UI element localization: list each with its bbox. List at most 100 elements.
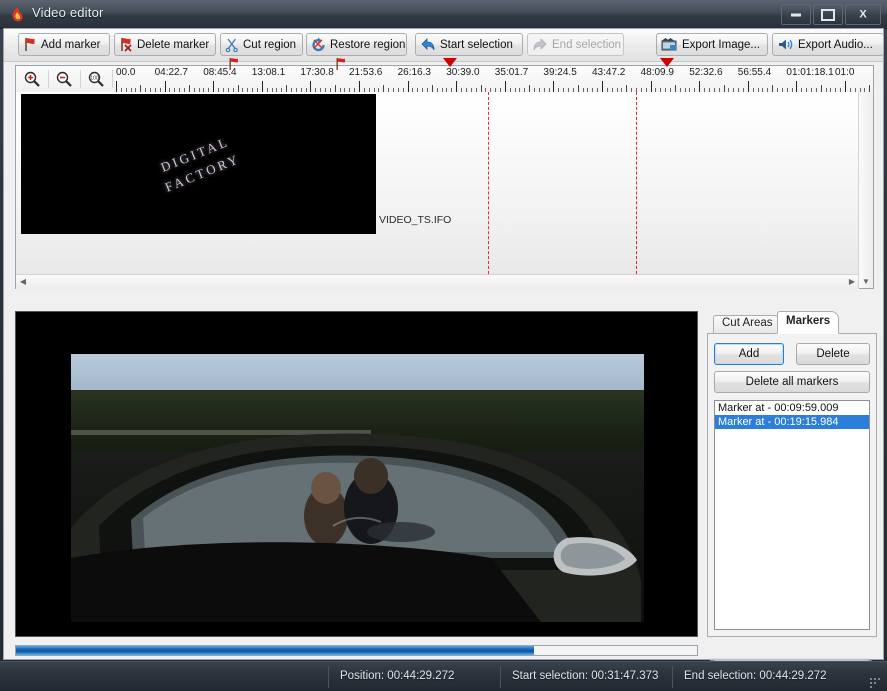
ruler-tick xyxy=(310,81,311,92)
ruler-label: 52:32.6 xyxy=(689,67,722,78)
ruler-tick xyxy=(262,81,263,92)
close-icon: X xyxy=(859,9,866,20)
timeline-selection-end-marker[interactable] xyxy=(636,92,638,274)
timeline-marker-flag[interactable] xyxy=(229,57,239,68)
tab-markers[interactable]: Markers xyxy=(777,311,839,334)
scissors-icon xyxy=(225,37,239,52)
export-image-button[interactable]: Export Image... xyxy=(656,33,768,56)
resize-grip[interactable] xyxy=(870,678,882,688)
add-button-label: Add xyxy=(739,348,759,360)
ruler-tick xyxy=(481,85,482,92)
marker-list-item[interactable]: Marker at - 00:19:15.984 xyxy=(715,415,869,429)
ruler-tick xyxy=(869,85,870,92)
video-preview[interactable] xyxy=(15,311,698,637)
ruler-tick xyxy=(432,85,433,92)
maximize-button[interactable] xyxy=(813,4,843,25)
timeline-horizontal-scrollbar[interactable]: ◀ ▶ xyxy=(16,274,859,289)
editor-side-panel: Cut Areas Markers Add Delete Delete all … xyxy=(707,311,877,637)
close-button[interactable]: X xyxy=(845,4,881,25)
seek-progress-fill xyxy=(16,646,534,655)
ruler-tick xyxy=(383,85,384,92)
ruler-tick xyxy=(651,81,652,92)
right-arrow-grey-icon xyxy=(532,37,548,52)
window-title: Video editor xyxy=(32,5,104,20)
ruler-tick xyxy=(286,85,287,92)
restore-region-label: Restore region xyxy=(330,39,405,51)
scroll-right-icon[interactable]: ▶ xyxy=(845,275,859,288)
ruler-tick xyxy=(505,81,506,92)
ruler-tick xyxy=(675,85,676,92)
zoom-in-button[interactable] xyxy=(18,68,46,90)
timeline-file-label: VIDEO_TS.IFO xyxy=(379,214,451,226)
scroll-left-icon[interactable]: ◀ xyxy=(16,275,30,288)
zoom-out-button[interactable] xyxy=(50,68,78,90)
restore-region-button[interactable]: Restore region xyxy=(306,33,407,56)
ruler-tick xyxy=(845,81,846,92)
ruler-tick xyxy=(359,81,360,92)
scroll-down-icon[interactable]: ▼ xyxy=(859,275,873,288)
ruler-tick xyxy=(821,85,822,92)
ruler-tick xyxy=(140,85,141,92)
ruler-label: 26:16.3 xyxy=(398,67,431,78)
delete-marker-button[interactable]: Delete marker xyxy=(114,33,216,56)
timeline-zoom-toolbar: 100 xyxy=(16,66,116,92)
timeline-vertical-scrollbar[interactable]: ▼ xyxy=(858,92,873,288)
ruler-label: 39:24.5 xyxy=(543,67,576,78)
ruler-tick xyxy=(116,81,117,92)
ruler-tick xyxy=(335,85,336,92)
audio-wave-icon xyxy=(777,37,794,52)
ruler-label: 48:09.9 xyxy=(641,67,674,78)
minimize-button[interactable] xyxy=(781,4,811,25)
ruler-label: 30:39.0 xyxy=(446,67,479,78)
add-marker-button[interactable]: Add marker xyxy=(18,33,110,56)
timeline-track-area[interactable]: DIGITAL FACTORY VIDEO_TS.IFO xyxy=(16,92,873,274)
ruler-label: 21:53.6 xyxy=(349,67,382,78)
tab-markers-label: Markers xyxy=(786,315,830,327)
tab-cut-areas[interactable]: Cut Areas xyxy=(713,315,782,333)
start-selection-label: Start selection xyxy=(440,39,513,51)
marker-list-item[interactable]: Marker at - 00:09:59.009 xyxy=(715,401,869,415)
ruler-tick xyxy=(529,85,530,92)
ruler-label: 01:01:18.1 xyxy=(786,67,833,78)
timeline-playhead[interactable] xyxy=(488,92,490,274)
markers-list[interactable]: Marker at - 00:09:59.009Marker at - 00:1… xyxy=(714,400,870,630)
video-editor-window: Video editor X Add marker Delete mar xyxy=(0,0,887,691)
add-marker-label: Add marker xyxy=(41,39,100,51)
ruler-label: 04:22.7 xyxy=(155,67,188,78)
delete-button-label: Delete xyxy=(816,348,849,360)
status-start-selection: Start selection: 00:31:47.373 xyxy=(512,670,658,682)
restore-arrow-icon xyxy=(311,37,326,52)
ruler-tick xyxy=(165,81,166,92)
zoom-fit-button[interactable]: 100 xyxy=(82,68,110,90)
ruler-tick xyxy=(699,81,700,92)
ruler-tick xyxy=(724,85,725,92)
seek-slider[interactable] xyxy=(15,645,698,656)
status-bar: Position: 00:44:29.272 Start selection: … xyxy=(0,661,887,691)
ruler-label: 00.0 xyxy=(116,67,135,78)
timeline-marker-triangle[interactable] xyxy=(443,58,457,67)
timeline-marker-triangle[interactable] xyxy=(660,58,674,67)
delete-marker-panel-button[interactable]: Delete xyxy=(796,343,870,365)
zoom-in-icon xyxy=(23,70,41,88)
ruler-tick xyxy=(602,81,603,92)
end-selection-label: End selection xyxy=(552,39,621,51)
film-image-icon xyxy=(661,37,678,52)
ruler-label: 01:0 xyxy=(835,67,854,78)
delete-marker-label: Delete marker xyxy=(137,39,209,51)
ruler-tick xyxy=(408,81,409,92)
timeline-panel: 100 00.004:22.708:45.413:08.117:30.821:5… xyxy=(15,65,874,289)
title-bar: Video editor X xyxy=(0,0,887,29)
cut-region-button[interactable]: Cut region xyxy=(220,33,303,56)
timeline-thumbnail: DIGITAL FACTORY xyxy=(21,94,376,234)
video-car-scene xyxy=(71,408,644,622)
ruler-tick xyxy=(796,81,797,92)
zoom-out-icon xyxy=(55,70,73,88)
start-selection-button[interactable]: Start selection xyxy=(415,33,523,56)
timeline-marker-flag[interactable] xyxy=(336,57,346,68)
delete-all-markers-button[interactable]: Delete all markers xyxy=(714,371,870,393)
ruler-tick xyxy=(213,81,214,92)
export-audio-button[interactable]: Export Audio... xyxy=(772,33,884,56)
ruler-label: 43:47.2 xyxy=(592,67,625,78)
ruler-label: 35:01.7 xyxy=(495,67,528,78)
add-marker-panel-button[interactable]: Add xyxy=(714,343,784,365)
